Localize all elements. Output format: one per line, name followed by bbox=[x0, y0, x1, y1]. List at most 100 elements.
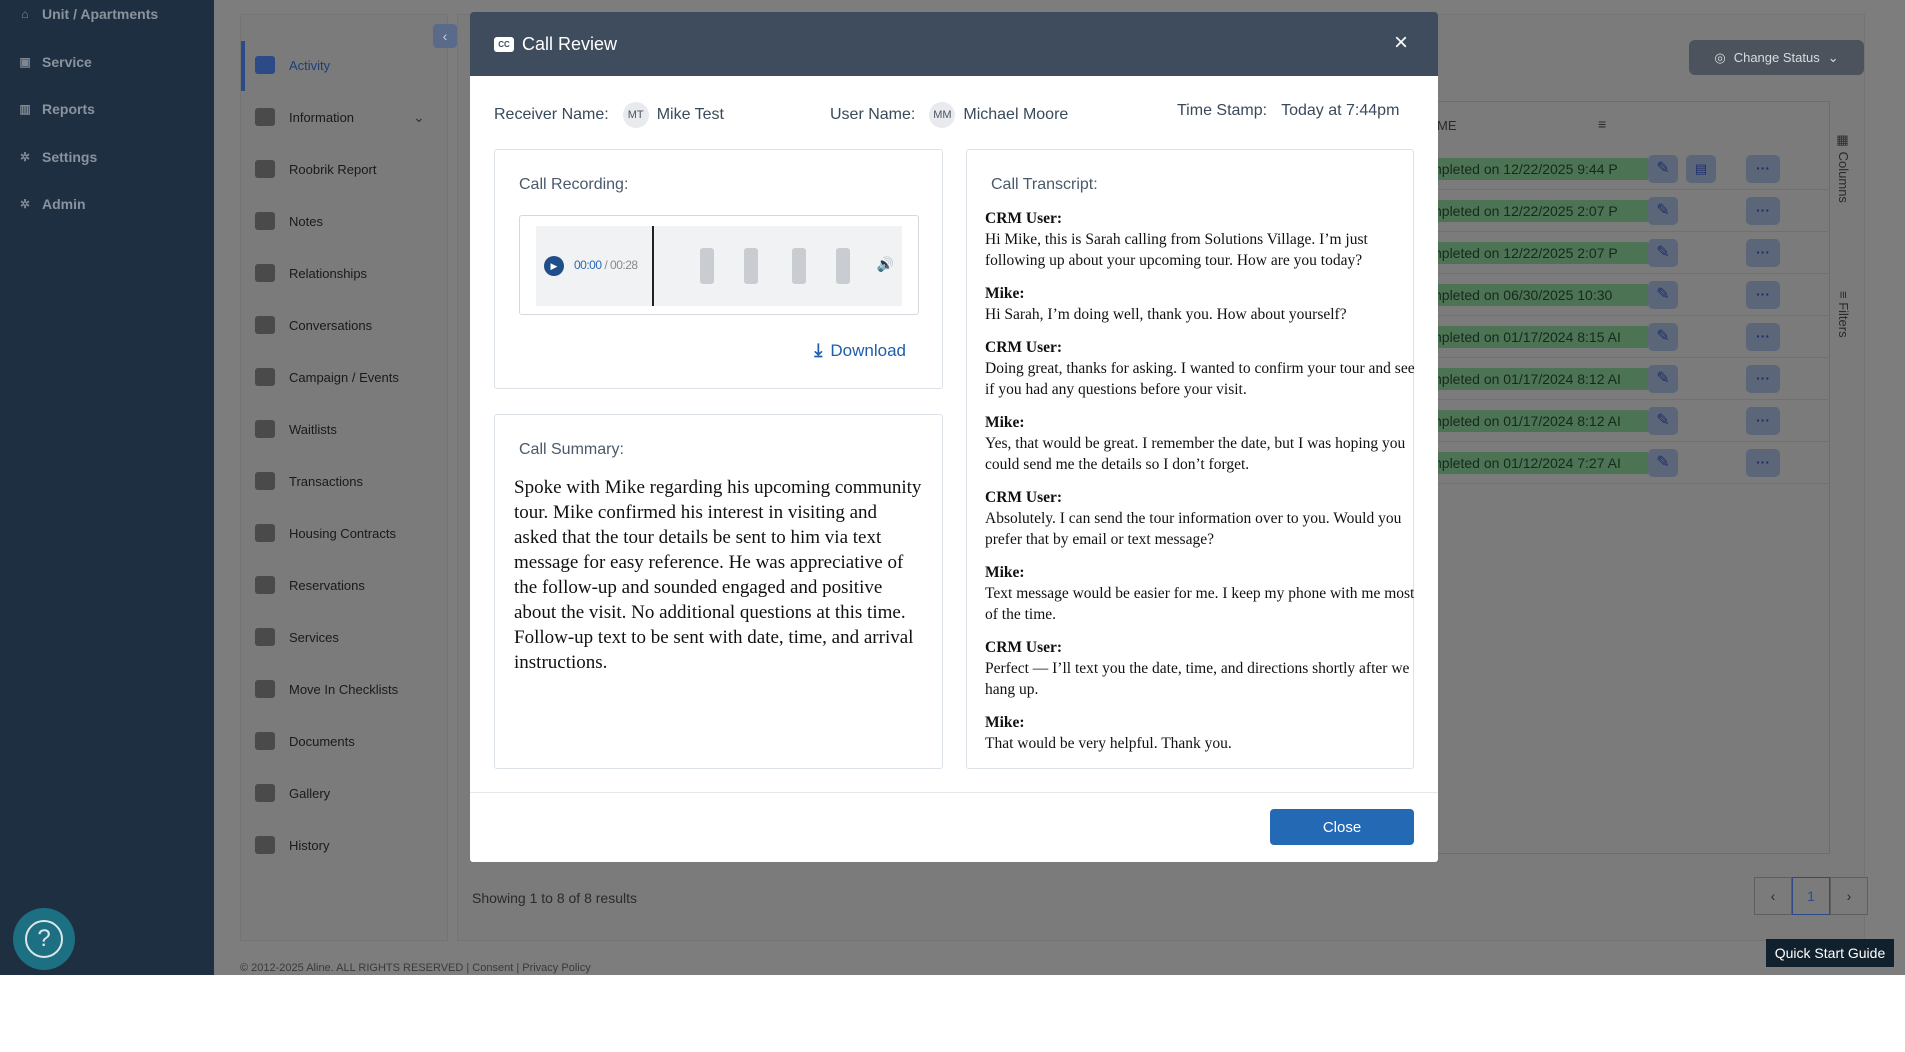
transcript-entry: Mike: That would be very helpful. Thank y… bbox=[985, 714, 1232, 752]
more-actions-button[interactable]: ··· bbox=[1746, 407, 1780, 435]
status-badge: npleted on 12/22/2025 2:07 P bbox=[1430, 242, 1648, 264]
user-info: User Name: MM Michael Moore bbox=[830, 102, 1068, 128]
playback-time: 00:00 / 00:28 bbox=[574, 258, 638, 272]
call-review-modal: CC Call Review × Receiver Name: MT Mike … bbox=[470, 12, 1438, 862]
download-button[interactable]: ⤓ Download bbox=[814, 340, 906, 361]
active-indicator bbox=[241, 41, 245, 91]
status-badge: npleted on 12/22/2025 9:44 P bbox=[1430, 158, 1648, 180]
status-badge: npleted on 01/17/2024 8:12 AI bbox=[1430, 368, 1648, 390]
edit-icon[interactable]: ✎ bbox=[1648, 449, 1678, 477]
bar-chart-icon: ▥ bbox=[19, 102, 31, 116]
clipboard-list-icon bbox=[255, 420, 275, 438]
exchange-icon bbox=[255, 472, 275, 490]
table-row: npleted on 12/22/2025 2:07 P ✎ ··· bbox=[1420, 190, 1830, 232]
history-icon bbox=[255, 836, 275, 854]
subnav-item-gallery[interactable]: Gallery bbox=[255, 784, 330, 802]
subnav-item-reservations[interactable]: Reservations bbox=[255, 576, 365, 594]
transcript-entry: CRM User: Hi Mike, this is Sarah calling … bbox=[985, 210, 1368, 269]
play-button[interactable]: ▶ bbox=[544, 256, 564, 276]
status-badge: npleted on 12/22/2025 2:07 P bbox=[1430, 200, 1648, 222]
waveform-playhead[interactable] bbox=[652, 226, 654, 306]
clipboard-icon bbox=[255, 212, 275, 230]
chevron-down-icon[interactable]: ⌄ bbox=[413, 109, 425, 126]
next-page-button[interactable]: › bbox=[1830, 877, 1868, 915]
close-button[interactable]: Close bbox=[1270, 809, 1414, 845]
volume-icon[interactable]: 🔊 bbox=[877, 256, 894, 273]
quick-start-guide-button[interactable]: Quick Start Guide bbox=[1766, 939, 1894, 967]
modal-footer: Close bbox=[470, 792, 1438, 862]
document-icon[interactable]: ▤ bbox=[1686, 155, 1716, 183]
help-button[interactable]: ? bbox=[13, 908, 75, 970]
nav-item-reports[interactable]: ▥ Reports bbox=[18, 101, 95, 117]
filters-tab[interactable]: ≡ Filters bbox=[1836, 291, 1851, 338]
subnav-item-notes[interactable]: Notes bbox=[255, 212, 323, 230]
subnav-item-documents[interactable]: Documents bbox=[255, 732, 355, 750]
subnav-item-roobrik[interactable]: Roobrik Report bbox=[255, 160, 376, 178]
subnav-item-relationships[interactable]: Relationships bbox=[255, 264, 367, 282]
more-actions-button[interactable]: ··· bbox=[1746, 155, 1780, 183]
status-badge: npleted on 01/12/2024 7:27 AI bbox=[1430, 452, 1648, 474]
app-screen: ⌂ Unit / Apartments ▣ Service ▥ Reports ✲ Se… bbox=[0, 0, 1905, 975]
edit-icon[interactable]: ✎ bbox=[1648, 281, 1678, 309]
call-summary-card: Call Summary: Spoke with Mike regarding … bbox=[494, 414, 943, 769]
side-tabs: ▦ Columns ≡ Filters bbox=[1830, 101, 1864, 854]
subnav-item-campaign[interactable]: Campaign / Events bbox=[255, 368, 399, 386]
prev-page-button[interactable]: ‹ bbox=[1754, 877, 1792, 915]
home-icon: ⌂ bbox=[21, 7, 29, 21]
id-card-icon bbox=[255, 108, 275, 126]
more-actions-button[interactable]: ··· bbox=[1746, 197, 1780, 225]
images-icon bbox=[255, 784, 275, 802]
more-actions-button[interactable]: ··· bbox=[1746, 281, 1780, 309]
more-actions-button[interactable]: ··· bbox=[1746, 323, 1780, 351]
subnav-item-information[interactable]: Information ⌄ bbox=[255, 108, 425, 126]
transcript-entry: CRM User: Perfect — I’ll text you the dat… bbox=[985, 639, 1410, 698]
chevron-left-icon: ‹ bbox=[442, 28, 448, 44]
close-icon[interactable]: × bbox=[1394, 30, 1408, 56]
nav-item-service[interactable]: ▣ Service bbox=[18, 54, 92, 70]
edit-icon[interactable]: ✎ bbox=[1648, 365, 1678, 393]
download-icon: ⤓ bbox=[814, 340, 823, 360]
change-status-button[interactable]: ◎ Change Status ⌄ bbox=[1689, 40, 1864, 75]
list-icon bbox=[255, 56, 275, 74]
timestamp-info: Time Stamp: Today at 7:44pm bbox=[1177, 102, 1400, 119]
call-transcript-label: Call Transcript: bbox=[991, 176, 1098, 193]
megaphone-icon bbox=[255, 368, 275, 386]
table-row: npleted on 01/17/2024 8:12 AI ✎ ··· bbox=[1420, 400, 1830, 442]
results-count: Showing 1 to 8 of 8 results bbox=[472, 890, 637, 906]
filter-icon[interactable]: ≡ bbox=[1598, 116, 1606, 132]
grid-icon bbox=[255, 160, 275, 178]
call-transcript-card: Call Transcript: CRM User: Hi Mike, this … bbox=[966, 149, 1415, 769]
subnav-item-activity[interactable]: Activity bbox=[255, 56, 330, 74]
nav-item-units[interactable]: ⌂ Unit / Apartments bbox=[18, 6, 158, 22]
subnav-item-conversations[interactable]: Conversations bbox=[255, 316, 372, 334]
edit-icon[interactable]: ✎ bbox=[1648, 323, 1678, 351]
timestamp: Today at 7:44pm bbox=[1281, 102, 1400, 119]
collapse-subnav-button[interactable]: ‹ bbox=[433, 24, 457, 48]
subnav-item-services[interactable]: Services bbox=[255, 628, 339, 646]
edit-icon[interactable]: ✎ bbox=[1648, 407, 1678, 435]
nav-item-settings[interactable]: ✲ Settings bbox=[18, 149, 97, 165]
subnav-item-transactions[interactable]: Transactions bbox=[255, 472, 363, 490]
subnav-item-waitlists[interactable]: Waitlists bbox=[255, 420, 337, 438]
table-row: npleted on 01/17/2024 8:12 AI ✎ ··· bbox=[1420, 358, 1830, 400]
table-row: npleted on 01/12/2024 7:27 AI ✎ ··· bbox=[1420, 442, 1830, 484]
subnav-item-housing-contracts[interactable]: Housing Contracts bbox=[255, 524, 396, 542]
edit-icon[interactable]: ✎ bbox=[1648, 239, 1678, 267]
waveform-segment bbox=[744, 248, 758, 284]
edit-icon[interactable]: ✎ bbox=[1648, 197, 1678, 225]
transcript-entry: Mike: Yes, that would be great. I remembe… bbox=[985, 414, 1406, 473]
page-button[interactable]: 1 bbox=[1792, 877, 1830, 915]
subnav-item-history[interactable]: History bbox=[255, 836, 329, 854]
status-icon: ◎ bbox=[1714, 49, 1726, 65]
more-actions-button[interactable]: ··· bbox=[1746, 365, 1780, 393]
status-badge: npleted on 01/17/2024 8:15 AI bbox=[1430, 326, 1648, 348]
columns-tab[interactable]: ▦ Columns bbox=[1836, 133, 1851, 203]
more-actions-button[interactable]: ··· bbox=[1746, 239, 1780, 267]
more-actions-button[interactable]: ··· bbox=[1746, 449, 1780, 477]
nav-item-admin[interactable]: ✲ Admin bbox=[18, 196, 86, 212]
edit-icon[interactable]: ✎ bbox=[1648, 155, 1678, 183]
subnav-item-move-in[interactable]: Move In Checklists bbox=[255, 680, 398, 698]
call-recording-label: Call Recording: bbox=[519, 176, 629, 193]
table-row: npleted on 01/17/2024 8:15 AI ✎ ··· bbox=[1420, 316, 1830, 358]
audio-player: ▶ 00:00 / 00:28 🔊 bbox=[519, 215, 919, 315]
